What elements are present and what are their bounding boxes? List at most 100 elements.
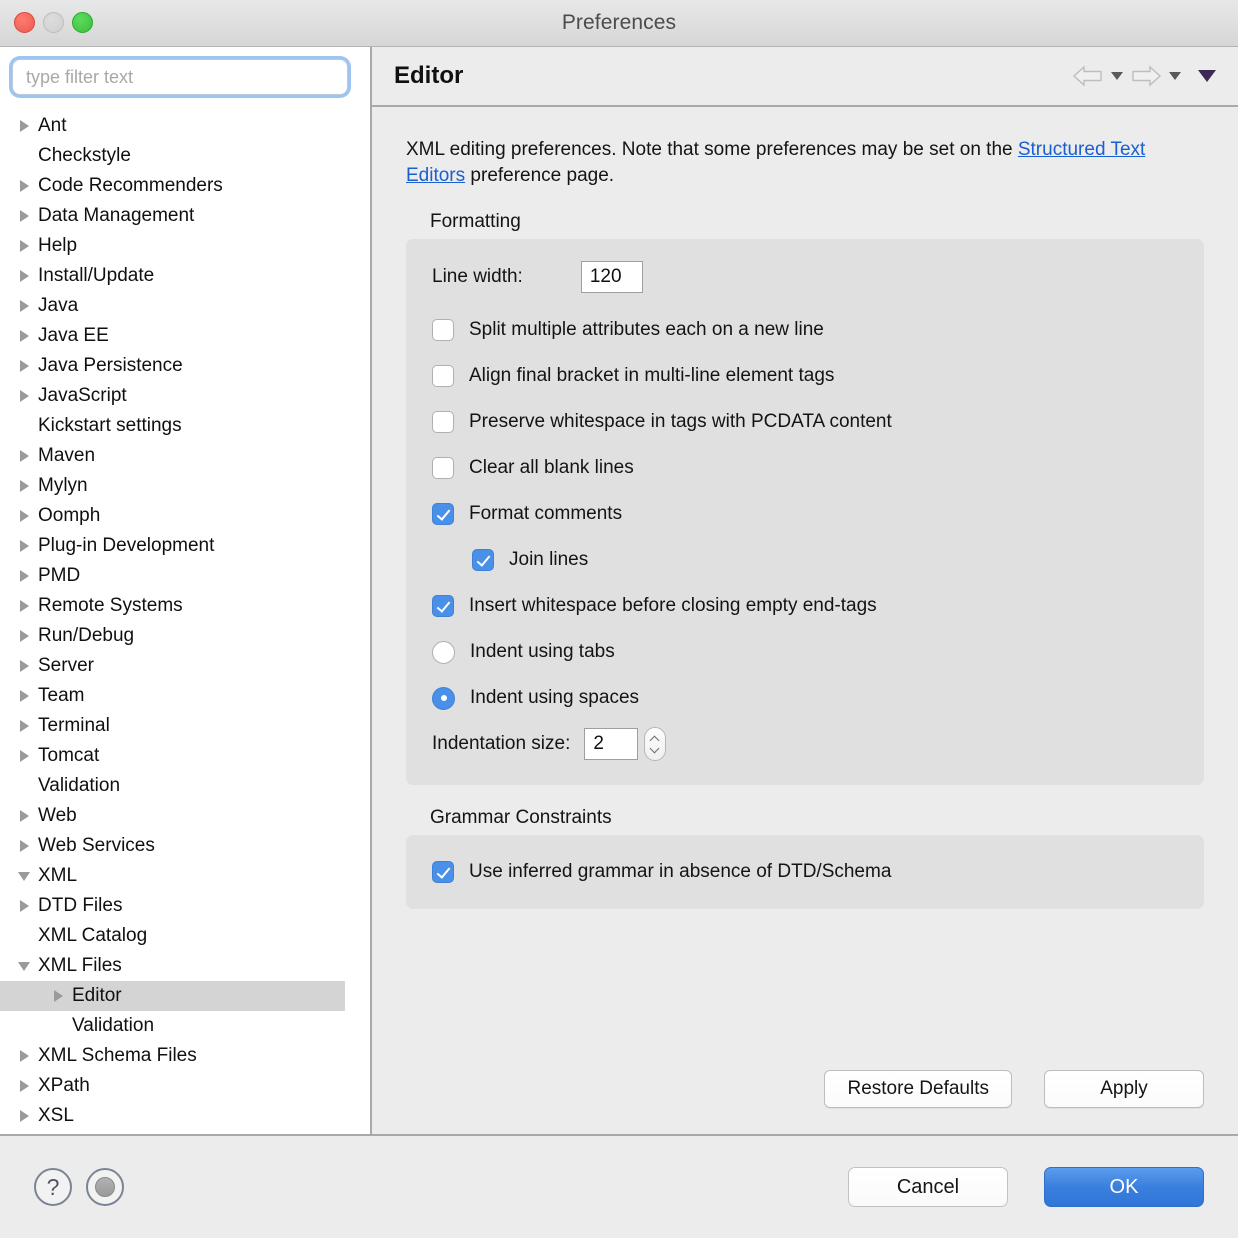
triangle-right-icon[interactable] (14, 540, 34, 552)
line-width-input[interactable] (580, 261, 643, 293)
tree-item-team[interactable]: Team (0, 681, 345, 711)
stepper-up-chevron-icon[interactable] (651, 737, 659, 742)
tree-item-xml-schema-files[interactable]: XML Schema Files (0, 1041, 345, 1071)
triangle-right-icon[interactable] (14, 810, 34, 822)
page-menu-triangle-down-icon[interactable] (1198, 70, 1216, 82)
triangle-right-icon[interactable] (14, 570, 34, 582)
triangle-right-icon[interactable] (14, 900, 34, 912)
tree-item-maven[interactable]: Maven (0, 441, 345, 471)
option-row-align-final-bracket-in-multi-line-element-tags[interactable]: Align final bracket in multi-line elemen… (432, 353, 1178, 399)
option-row-format-comments[interactable]: Format comments (432, 491, 1178, 537)
checkbox-split-multiple-attributes-each-on-a-new-line[interactable] (432, 319, 454, 341)
checkbox-insert-whitespace-before-closing-empty-end-tags[interactable] (432, 595, 454, 617)
tree-item-ant[interactable]: Ant (0, 111, 345, 141)
search-input[interactable] (12, 59, 348, 95)
tree-item-web-services[interactable]: Web Services (0, 831, 345, 861)
checkbox-join-lines[interactable] (472, 549, 494, 571)
checkbox-preserve-whitespace-in-tags-with-pcdata-content[interactable] (432, 411, 454, 433)
triangle-right-icon[interactable] (14, 360, 34, 372)
triangle-right-icon[interactable] (14, 180, 34, 192)
forward-history-chevron-down-icon[interactable] (1169, 72, 1181, 80)
tree-item-pmd[interactable]: PMD (0, 561, 345, 591)
ok-button[interactable]: OK (1044, 1167, 1204, 1207)
radio-indent-using-tabs[interactable] (432, 640, 455, 664)
triangle-right-icon[interactable] (14, 510, 34, 522)
triangle-right-icon[interactable] (14, 1110, 34, 1122)
triangle-right-icon[interactable] (14, 390, 34, 402)
option-row-insert-whitespace-before-closing-empty-end-tags[interactable]: Insert whitespace before closing empty e… (432, 583, 1178, 629)
back-history-chevron-down-icon[interactable] (1111, 72, 1123, 80)
triangle-right-icon[interactable] (14, 660, 34, 672)
close-button[interactable] (14, 12, 35, 33)
tree-item-validation[interactable]: Validation (0, 771, 345, 801)
triangle-right-icon[interactable] (14, 720, 34, 732)
option-row-split-multiple-attributes-each-on-a-new-line[interactable]: Split multiple attributes each on a new … (432, 307, 1178, 353)
triangle-right-icon[interactable] (14, 1050, 34, 1062)
tree-item-help[interactable]: Help (0, 231, 345, 261)
indentation-size-input[interactable] (584, 728, 639, 760)
use-inferred-grammar-row[interactable]: Use inferred grammar in absence of DTD/S… (432, 849, 1178, 895)
tree-item-code-recommenders[interactable]: Code Recommenders (0, 171, 345, 201)
zoom-button[interactable] (72, 12, 93, 33)
tree-item-checkstyle[interactable]: Checkstyle (0, 141, 345, 171)
checkbox-clear-all-blank-lines[interactable] (432, 457, 454, 479)
tree-item-tomcat[interactable]: Tomcat (0, 741, 345, 771)
option-row-clear-all-blank-lines[interactable]: Clear all blank lines (432, 445, 1178, 491)
tree-item-remote-systems[interactable]: Remote Systems (0, 591, 345, 621)
tree-item-javascript[interactable]: JavaScript (0, 381, 345, 411)
option-row-join-lines[interactable]: Join lines (432, 537, 1178, 583)
tree-item-plug-in-development[interactable]: Plug-in Development (0, 531, 345, 561)
tree-item-terminal[interactable]: Terminal (0, 711, 345, 741)
cancel-button[interactable]: Cancel (848, 1167, 1008, 1207)
radio-indent-using-spaces[interactable] (432, 686, 455, 710)
triangle-right-icon[interactable] (48, 990, 68, 1002)
triangle-right-icon[interactable] (14, 300, 34, 312)
tree-item-mylyn[interactable]: Mylyn (0, 471, 345, 501)
triangle-right-icon[interactable] (14, 1080, 34, 1092)
use-inferred-grammar-checkbox[interactable] (432, 861, 454, 883)
tree-item-xsl[interactable]: XSL (0, 1101, 345, 1131)
tree-item-java-ee[interactable]: Java EE (0, 321, 345, 351)
triangle-right-icon[interactable] (14, 750, 34, 762)
triangle-right-icon[interactable] (14, 450, 34, 462)
triangle-down-icon[interactable] (14, 962, 34, 971)
triangle-right-icon[interactable] (14, 270, 34, 282)
tree-item-kickstart-settings[interactable]: Kickstart settings (0, 411, 345, 441)
question-mark-icon[interactable]: ? (34, 1168, 72, 1206)
tree-item-install-update[interactable]: Install/Update (0, 261, 345, 291)
tree-item-xml[interactable]: XML (0, 861, 345, 891)
back-arrow-icon[interactable] (1072, 64, 1104, 88)
option-row-indent-using-spaces[interactable]: Indent using spaces (432, 675, 1178, 721)
triangle-right-icon[interactable] (14, 690, 34, 702)
checkbox-format-comments[interactable] (432, 503, 454, 525)
option-row-preserve-whitespace-in-tags-with-pcdata-content[interactable]: Preserve whitespace in tags with PCDATA … (432, 399, 1178, 445)
tree-item-java-persistence[interactable]: Java Persistence (0, 351, 345, 381)
circle-dot-icon[interactable] (86, 1168, 124, 1206)
preferences-tree[interactable]: Ant Checkstyle Code Recommenders Data Manag… (0, 105, 370, 1134)
tree-item-xml-files[interactable]: XML Files (0, 951, 345, 981)
checkbox-align-final-bracket-in-multi-line-element-tags[interactable] (432, 365, 454, 387)
tree-item-java[interactable]: Java (0, 291, 345, 321)
tree-item-editor[interactable]: Editor (0, 981, 345, 1011)
tree-item-xpath[interactable]: XPath (0, 1071, 345, 1101)
triangle-right-icon[interactable] (14, 120, 34, 132)
apply-button[interactable]: Apply (1044, 1070, 1204, 1108)
triangle-down-icon[interactable] (14, 872, 34, 881)
tree-item-validation[interactable]: Validation (0, 1011, 345, 1041)
triangle-right-icon[interactable] (14, 210, 34, 222)
tree-item-server[interactable]: Server (0, 651, 345, 681)
triangle-right-icon[interactable] (14, 600, 34, 612)
tree-item-dtd-files[interactable]: DTD Files (0, 891, 345, 921)
tree-item-xml-catalog[interactable]: XML Catalog (0, 921, 345, 951)
tree-item-web[interactable]: Web (0, 801, 345, 831)
restore-defaults-button[interactable]: Restore Defaults (824, 1070, 1012, 1108)
triangle-right-icon[interactable] (14, 330, 34, 342)
tree-item-oomph[interactable]: Oomph (0, 501, 345, 531)
tree-item-run-debug[interactable]: Run/Debug (0, 621, 345, 651)
stepper-down-chevron-icon[interactable] (651, 747, 659, 752)
triangle-right-icon[interactable] (14, 240, 34, 252)
minimize-button[interactable] (43, 12, 64, 33)
tree-item-data-management[interactable]: Data Management (0, 201, 345, 231)
forward-arrow-icon[interactable] (1130, 64, 1162, 88)
triangle-right-icon[interactable] (14, 840, 34, 852)
